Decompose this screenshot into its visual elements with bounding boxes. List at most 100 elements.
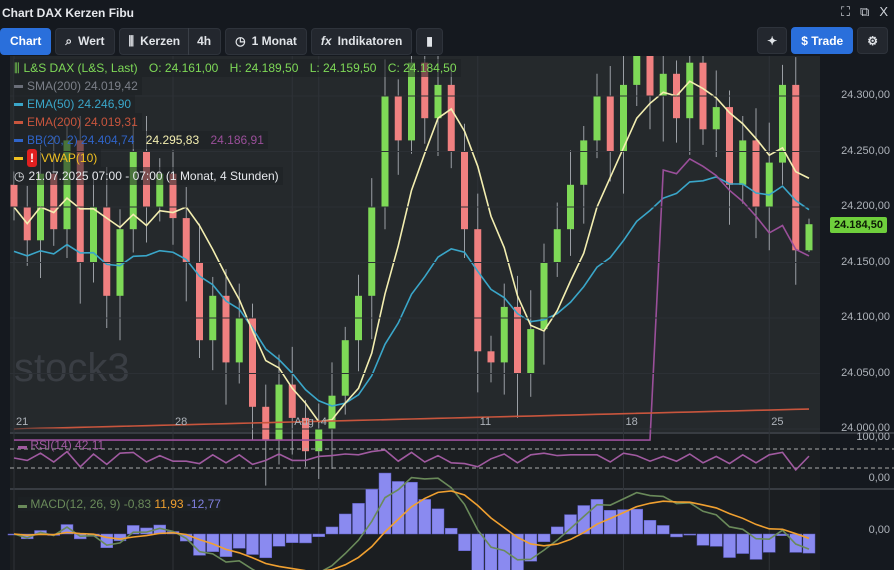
- fullscreen-icon[interactable]: ⛶: [841, 4, 850, 20]
- candle-up: [712, 107, 720, 130]
- price-axis-label: 24.300,00: [841, 89, 890, 101]
- range-button[interactable]: ◷ 1 Monat: [225, 27, 307, 55]
- legend-ema50[interactable]: EMA(50) 24.246,90: [14, 95, 136, 113]
- legend-main: ⫼ L&S DAX (L&S, Last) O: 24.161,00 H: 24.…: [14, 59, 461, 77]
- indicators-label: Indikatoren: [337, 34, 403, 48]
- macd-histogram-bar: [630, 508, 643, 535]
- candle-up: [593, 96, 601, 141]
- candle-down: [646, 56, 654, 96]
- candle-up: [805, 224, 813, 251]
- rsi-legend[interactable]: RSI(14) 42,11: [18, 438, 104, 452]
- macd-legend[interactable]: MACD(12, 26, 9) -0,83 11,93 -12,77: [18, 497, 221, 511]
- time-axis-label: Aug: [294, 416, 314, 428]
- candle-up: [765, 162, 773, 207]
- close-icon[interactable]: X: [879, 4, 888, 20]
- legend-sma200[interactable]: SMA(200) 24.019,42: [14, 77, 142, 95]
- time-axis-label: 21: [16, 416, 29, 428]
- legend-ema200[interactable]: EMA(200) 24.019,31: [14, 113, 142, 131]
- legend-time: ◷ 21.07.2025 07:00 - 07:00 (1 Monat, 4 St…: [14, 167, 283, 185]
- candle-down: [10, 184, 18, 207]
- candle-up: [527, 329, 535, 374]
- chart-type-button[interactable]: ⫼ Kerzen 4h: [118, 27, 222, 55]
- sma200-label: SMA(200) 24.019,42: [27, 79, 138, 93]
- macd-histogram-bar: [683, 533, 696, 536]
- macd-histogram-bar: [484, 533, 498, 570]
- macd-histogram-bar: [299, 533, 312, 544]
- time-axis-label: 4: [320, 416, 327, 428]
- warning-icon: !: [27, 149, 37, 167]
- chart-button[interactable]: Chart: [0, 27, 52, 55]
- window-title: Chart DAX Kerzen Fibu: [2, 6, 135, 20]
- candle-up: [341, 340, 349, 396]
- title-bar: Chart DAX Kerzen Fibu ⛶ ⧉ X: [0, 0, 894, 26]
- rsi-label: RSI(14) 42,11: [30, 438, 105, 452]
- macd-histogram-bar: [219, 533, 233, 557]
- range-label: 1 Monat: [251, 34, 297, 48]
- macd-histogram-bar: [710, 533, 723, 547]
- popout-icon[interactable]: ⧉: [860, 4, 869, 20]
- macd-histogram-value: -12,77: [186, 497, 221, 511]
- clock-icon: ◷: [235, 34, 246, 48]
- ema50-label: EMA(50) 24.246,90: [27, 97, 132, 111]
- bb-low-value: 24.186,91: [210, 133, 264, 147]
- instrument-label: L&S DAX (L&S, Last): [23, 61, 138, 75]
- indicators-button[interactable]: fx Indikatoren: [310, 27, 413, 55]
- macd-histogram-bar: [352, 503, 365, 535]
- macd-histogram-bar: [471, 533, 484, 570]
- bb-label: BB(20, 2) 24.404,74: [27, 133, 135, 147]
- price-axis-label: 24.250,00: [841, 144, 890, 157]
- legend-vwap[interactable]: ! VWAP(10): [14, 149, 102, 167]
- interval-button[interactable]: 4h: [197, 34, 211, 48]
- indicator-icon: ⫼: [14, 61, 20, 75]
- macd-value: -0,83: [123, 497, 152, 511]
- candle-down: [474, 229, 482, 352]
- gear-icon: ⚙: [867, 33, 878, 48]
- search-label: Wert: [78, 34, 105, 48]
- search-icon: ⌕: [65, 33, 73, 48]
- macd-histogram-bar: [431, 508, 445, 535]
- macd-histogram-bar: [643, 520, 657, 535]
- macd-label: MACD(12, 26, 9): [30, 497, 121, 511]
- low-value: L: 24.159,50: [309, 61, 377, 75]
- macd-histogram-bar: [272, 533, 286, 547]
- macd-histogram-bar: [498, 533, 511, 570]
- rsi-axis-0: 0,00: [868, 472, 890, 484]
- candle-up: [633, 56, 641, 85]
- price-axis-label: 24.050,00: [841, 366, 890, 379]
- price-axis-label: 24.150,00: [841, 255, 890, 268]
- candle-down: [288, 384, 296, 418]
- macd-histogram-bar: [233, 533, 246, 549]
- ema200-label: EMA(200) 24.019,31: [27, 115, 138, 129]
- macd-histogram-bar: [378, 472, 392, 535]
- candle-down: [726, 107, 733, 185]
- macd-histogram-bar: [325, 526, 339, 535]
- vwap-label: VWAP(10): [41, 151, 98, 165]
- candle-down: [487, 351, 495, 363]
- macd-histogram-bar: [604, 510, 617, 535]
- sparkle-button[interactable]: ✦: [757, 27, 788, 54]
- legend-bb[interactable]: BB(20, 2) 24.404,74 24.295,83 24.186,91: [14, 131, 268, 149]
- candle-down: [222, 295, 230, 363]
- settings-button[interactable]: ⚙: [857, 27, 888, 54]
- search-button[interactable]: ⌕ Wert: [55, 27, 115, 55]
- open-value: O: 24.161,00: [148, 61, 219, 75]
- bookmark-button[interactable]: ▮: [416, 27, 443, 55]
- candle-up: [580, 140, 588, 185]
- last-price-tag: 24.184,50: [830, 217, 887, 233]
- trade-button[interactable]: $ Trade: [791, 27, 854, 54]
- candle-up: [368, 207, 376, 296]
- high-value: H: 24.189,50: [229, 61, 299, 75]
- macd-signal-value: 11,93: [154, 497, 184, 511]
- price-axis-label: 24.100,00: [841, 311, 890, 323]
- macd-histogram-bar: [339, 513, 352, 535]
- macd-histogram-bar: [418, 499, 431, 535]
- time-axis-label: 25: [771, 416, 784, 428]
- candle-down: [514, 306, 521, 374]
- macd-histogram-bar: [246, 533, 259, 555]
- fx-icon: fx: [320, 34, 332, 48]
- candle-up: [328, 395, 336, 429]
- toolbar: Chart ⌕ Wert ⫼ Kerzen 4h ◷ 1 Monat fx Indikat…: [0, 27, 894, 55]
- candle-up: [500, 306, 508, 363]
- macd-histogram-bar: [696, 533, 710, 546]
- candle-up: [686, 62, 694, 119]
